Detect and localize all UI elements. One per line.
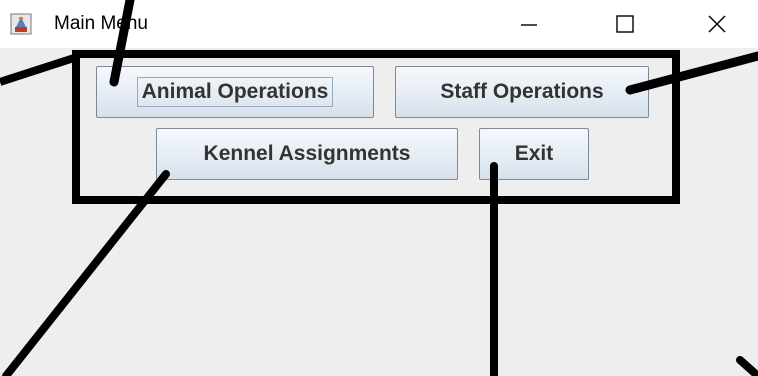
minimize-icon [521, 24, 537, 26]
annotation-line-right [736, 356, 758, 376]
staff-operations-label: Staff Operations [440, 80, 604, 103]
maximize-icon [616, 15, 634, 33]
annotation-line-left [0, 54, 76, 86]
kennel-assignments-button[interactable]: Kennel Assignments [156, 128, 458, 180]
java-coffee-cup-icon [10, 13, 32, 35]
main-menu-window: Main Menu Animal Operations Staff Operat… [0, 0, 758, 376]
close-button[interactable] [688, 0, 746, 48]
title-bar[interactable]: Main Menu [0, 0, 758, 48]
window-title: Main Menu [54, 13, 148, 34]
animal-operations-button[interactable]: Animal Operations [96, 66, 374, 118]
kennel-assignments-label: Kennel Assignments [203, 142, 411, 165]
animal-operations-label: Animal Operations [136, 77, 334, 107]
exit-button[interactable]: Exit [479, 128, 589, 180]
annotation-line-kennel [2, 170, 170, 376]
minimize-button[interactable] [500, 0, 558, 48]
close-icon [708, 15, 726, 33]
exit-label: Exit [514, 142, 554, 165]
maximize-button[interactable] [596, 0, 654, 48]
staff-operations-button[interactable]: Staff Operations [395, 66, 649, 118]
